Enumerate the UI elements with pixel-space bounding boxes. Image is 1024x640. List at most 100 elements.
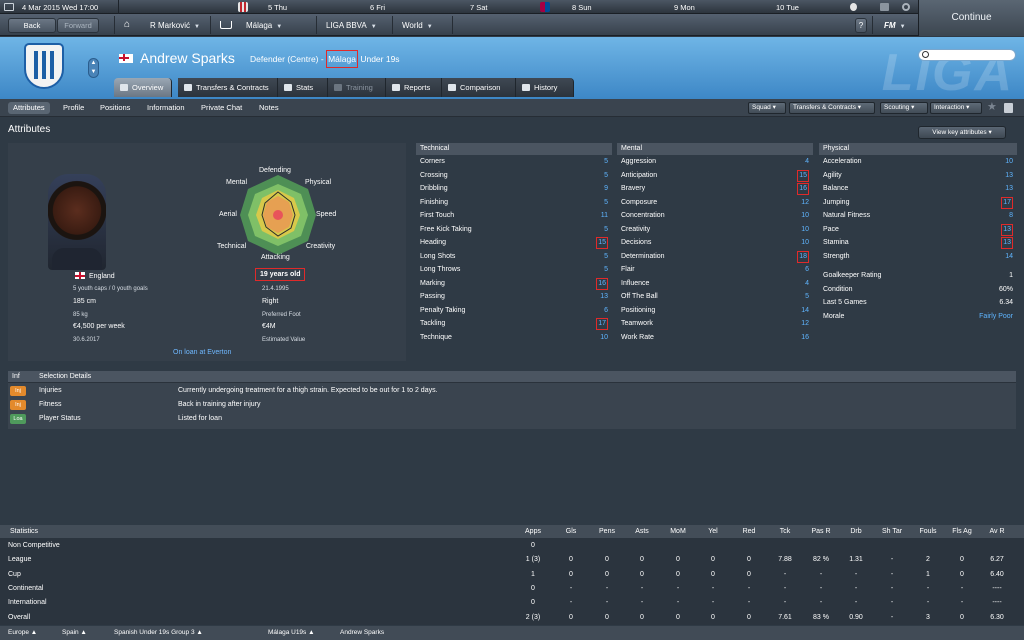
scouting-dropdown[interactable]: Scouting ▾ [880, 102, 928, 114]
stats-cell: 0 [711, 570, 715, 578]
attribute-row: Determination 18 [617, 250, 813, 264]
world-menu[interactable]: World ▼ [402, 21, 433, 30]
league-menu[interactable]: LIGA BBVA ▼ [326, 21, 377, 30]
statistics-header: Statistics [10, 528, 39, 535]
manager-menu[interactable]: R Marković ▼ [150, 21, 200, 30]
notes-icon[interactable] [1004, 103, 1013, 113]
tab-history[interactable]: History [516, 78, 574, 97]
day-7[interactable]: 7 Sat [470, 3, 488, 12]
breadcrumb-item[interactable]: Málaga U19s ▲ [268, 626, 315, 640]
view-key-attributes-button[interactable]: View key attributes ▾ [918, 126, 1006, 139]
stats-column-header[interactable]: Drb [841, 525, 871, 538]
settings-icon[interactable] [902, 3, 910, 11]
attribute-row: Concentration 10 [617, 209, 813, 223]
subnav-positions[interactable]: Positions [95, 102, 135, 114]
stats-column-header[interactable]: MoM [663, 525, 693, 538]
subnav-notes[interactable]: Notes [254, 102, 284, 114]
fm-menu[interactable]: FM ▼ [884, 21, 906, 30]
loan-status[interactable]: On loan at Everton [173, 349, 231, 356]
attribute-name: Passing [420, 293, 445, 300]
selection-text: Currently undergoing treatment for a thi… [178, 387, 438, 394]
attribute-name: Bravery [621, 185, 646, 192]
network-icon[interactable] [880, 3, 889, 11]
breadcrumb-item[interactable]: Spanish Under 19s Group 3 ▲ [114, 626, 203, 640]
day-6[interactable]: 6 Fri [370, 3, 385, 12]
breadcrumb-item[interactable]: Europe ▲ [8, 626, 37, 640]
stats-column-header[interactable]: Fouls [913, 525, 943, 538]
stats-row: Continental 0- - - - - - - - - - - - ---- [0, 582, 1024, 596]
interaction-dropdown[interactable]: Interaction ▾ [930, 102, 982, 114]
stats-column-header[interactable]: Pens [592, 525, 622, 538]
menu-icon[interactable] [4, 3, 14, 11]
stats-column-header[interactable]: Fls Ag [947, 525, 977, 538]
transfers-contracts-dropdown[interactable]: Transfers & Contracts ▾ [789, 102, 875, 114]
attribute-row: Decisions 10 [617, 236, 813, 250]
stats-cell: 2 (3) [525, 613, 541, 621]
breadcrumb-item[interactable]: Andrew Sparks [340, 626, 384, 640]
attribute-name: Long Throws [420, 266, 461, 273]
stats-column-header[interactable]: Gls [556, 525, 586, 538]
attribute-value: 14 [801, 306, 809, 314]
stats-column-header[interactable]: Yel [698, 525, 728, 538]
help-button[interactable]: ? [855, 18, 867, 33]
stats-column-header[interactable]: Red [734, 525, 764, 538]
wage: €4,500 per week [73, 323, 125, 330]
forward-button[interactable]: Forward [57, 18, 99, 33]
selection-label: Player Status [39, 415, 81, 422]
youth-caps: 5 youth caps / 0 youth goals [73, 286, 148, 292]
attribute-row: Balance 13 [819, 182, 1017, 196]
selection-row[interactable]: Inj Injuries Currently undergoing treatmen… [8, 384, 1016, 398]
england-flag-icon [75, 272, 85, 279]
date-of-birth: 21.4.1995 [262, 286, 289, 292]
tab-training[interactable]: Training [328, 78, 386, 97]
stats-cell: ---- [992, 599, 1002, 607]
stats-cell: - [605, 599, 609, 607]
club-menu[interactable]: Málaga ▼ [246, 21, 282, 30]
selection-row[interactable]: Loa Player Status Listed for loan [8, 412, 1016, 426]
attribute-row: Influence 4 [617, 277, 813, 291]
attribute-name: Marking [420, 279, 445, 287]
attribute-name: Corners [420, 158, 445, 165]
attribute-row: Off The Ball 5 [617, 290, 813, 304]
tab-overview[interactable]: Overview [114, 78, 172, 97]
attribute-row: Free Kick Taking 5 [416, 223, 612, 237]
club-link[interactable]: Málaga [326, 50, 358, 68]
subnav-private-chat[interactable]: Private Chat [196, 102, 247, 114]
selection-details-header: Selection Details [39, 373, 92, 380]
stats-cell: 0 [960, 613, 964, 621]
tab-transfers-contracts[interactable]: Transfers & Contracts [178, 78, 278, 97]
attribute-value: 16 [797, 183, 809, 195]
subnav-information[interactable]: Information [142, 102, 190, 114]
attribute-name: Acceleration [823, 158, 862, 165]
stats-cell: - [569, 599, 573, 607]
back-button[interactable]: Back [8, 18, 56, 33]
attribute-value: 10 [801, 225, 809, 233]
stats-column-header[interactable]: Pas R [806, 525, 836, 538]
tab-reports[interactable]: Reports [386, 78, 442, 97]
stats-cell: - [640, 584, 644, 592]
subnav-attributes[interactable]: Attributes [8, 102, 50, 114]
squad-dropdown[interactable]: Squad ▾ [748, 102, 786, 114]
tab-stats[interactable]: Stats [278, 78, 328, 97]
stats-column-header[interactable]: Asts [627, 525, 657, 538]
star-icon[interactable]: ★ [987, 100, 997, 113]
day-8[interactable]: 8 Sun [572, 3, 592, 12]
subnav-profile[interactable]: Profile [58, 102, 89, 114]
tab-comparison[interactable]: Comparison [442, 78, 516, 97]
attribute-row: Technique 10 [416, 331, 612, 345]
day-5[interactable]: 5 Thu [268, 3, 287, 12]
breadcrumb-item[interactable]: Spain ▲ [62, 626, 87, 640]
day-9[interactable]: 9 Mon [674, 3, 695, 12]
home-icon[interactable]: ⌂ [124, 19, 130, 30]
sofa-icon[interactable] [220, 21, 232, 29]
day-10[interactable]: 10 Tue [776, 3, 799, 12]
stats-column-header[interactable]: Tck [770, 525, 800, 538]
attribute-row: Composure 12 [617, 196, 813, 210]
search-input[interactable] [918, 49, 1016, 61]
stats-column-header[interactable]: Av R [982, 525, 1012, 538]
continue-button[interactable]: Continue [918, 0, 1024, 36]
stats-column-header[interactable]: Sh Tar [877, 525, 907, 538]
stats-column-header[interactable]: Apps [518, 525, 548, 538]
selection-row[interactable]: Inj Fitness Back in training after injury [8, 398, 1016, 412]
player-scroll-arrows[interactable]: ▲ ▼ [88, 58, 99, 78]
